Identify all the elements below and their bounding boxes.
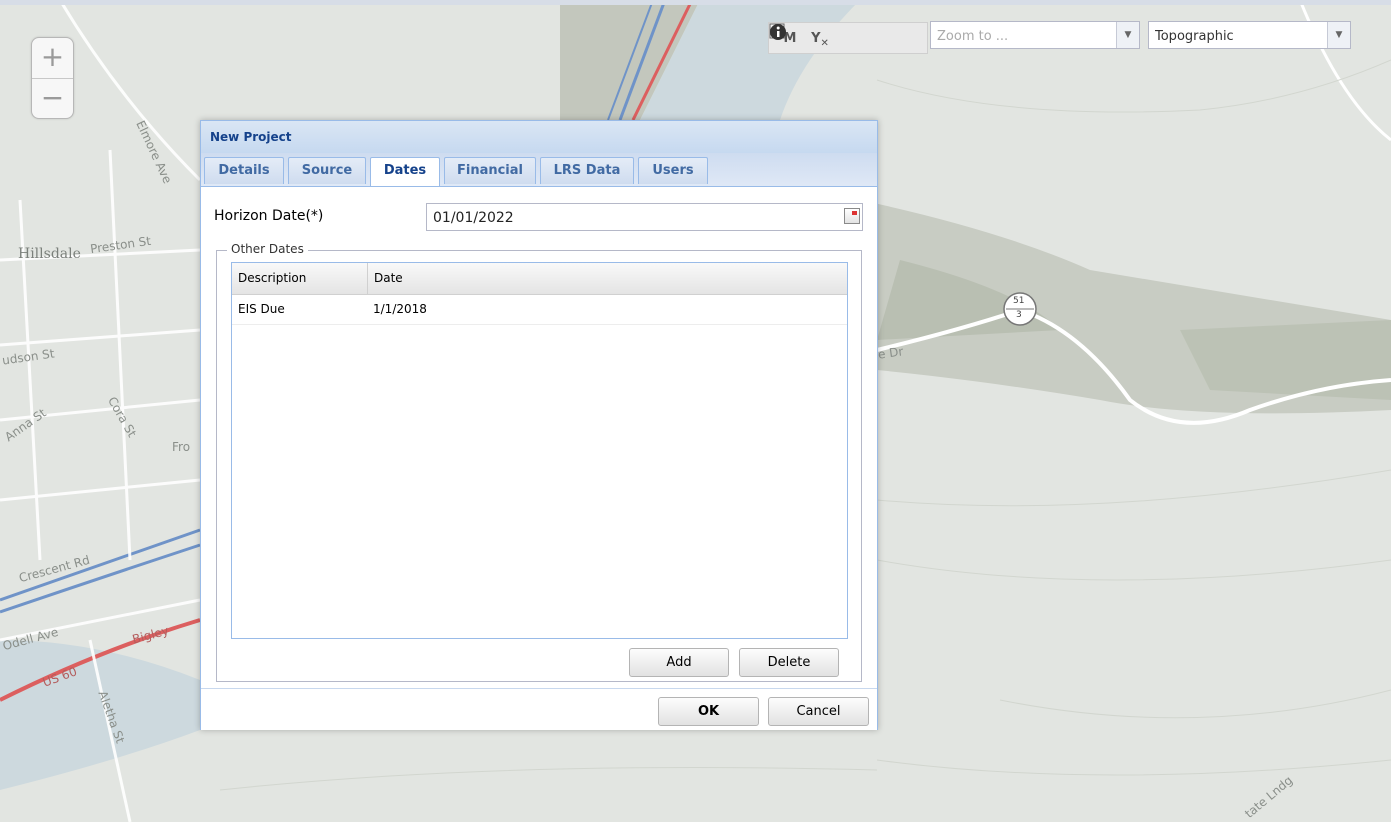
clear-selection-icon: Y✕ [811,30,829,49]
tab-users[interactable]: Users [638,157,708,184]
grid-header: Description Date [232,263,847,295]
map-label-hillsdale: Hillsdale [18,246,81,262]
chevron-down-icon[interactable]: ▼ [1327,22,1350,48]
horizon-date-input[interactable] [431,208,825,228]
other-dates-legend: Other Dates [227,242,308,256]
dialog-header[interactable]: New Project [201,121,877,153]
new-project-dialog: New Project Details Source Dates Financi… [200,120,878,730]
table-row[interactable]: EIS Due 1/1/2018 [232,295,847,325]
info-button[interactable] [770,24,895,51]
route-shield-top: 51 [1013,296,1025,306]
horizon-date-field[interactable] [426,203,863,231]
other-dates-grid: Description Date EIS Due 1/1/2018 [231,262,848,639]
map-toolbar: M Y✕ [768,22,928,54]
cell-description: EIS Due [238,302,285,316]
legend-button[interactable] [769,23,865,51]
zoom-control: + − [31,37,74,119]
basemap-input[interactable] [1153,26,1317,46]
basemap-combo[interactable]: ▼ [1148,21,1351,49]
map-label-fro: Fro [172,440,191,454]
zoom-in-button[interactable]: + [32,38,73,78]
cell-date: 1/1/2018 [373,302,427,316]
top-border [0,0,1391,5]
info-icon [770,24,786,40]
tab-details[interactable]: Details [204,157,284,184]
dialog-title: New Project [210,130,292,144]
column-header-description[interactable]: Description [232,263,367,294]
route-shield-bottom: 3 [1016,310,1022,320]
tab-lrs-data[interactable]: LRS Data [540,157,634,184]
add-date-button[interactable]: Add [629,648,729,677]
zoom-out-button[interactable]: − [32,78,73,119]
tab-financial[interactable]: Financial [444,157,536,184]
ok-button[interactable]: OK [658,697,759,726]
tab-dates[interactable]: Dates [370,157,440,186]
dialog-footer: OK Cancel [201,688,877,730]
zoom-to-combo[interactable]: ▼ [930,21,1140,49]
column-header-date[interactable]: Date [367,263,847,294]
cancel-button[interactable]: Cancel [768,697,869,726]
delete-date-button[interactable]: Delete [739,648,839,677]
chevron-down-icon[interactable]: ▼ [1116,22,1139,48]
horizon-date-label: Horizon Date(*) [214,208,324,224]
clear-selection-button[interactable]: Y✕ [805,25,835,51]
tab-bar: Details Source Dates Financial LRS Data … [201,153,877,187]
zoom-to-input[interactable] [935,26,1099,46]
tab-source[interactable]: Source [288,157,366,184]
calendar-icon[interactable] [844,208,860,224]
